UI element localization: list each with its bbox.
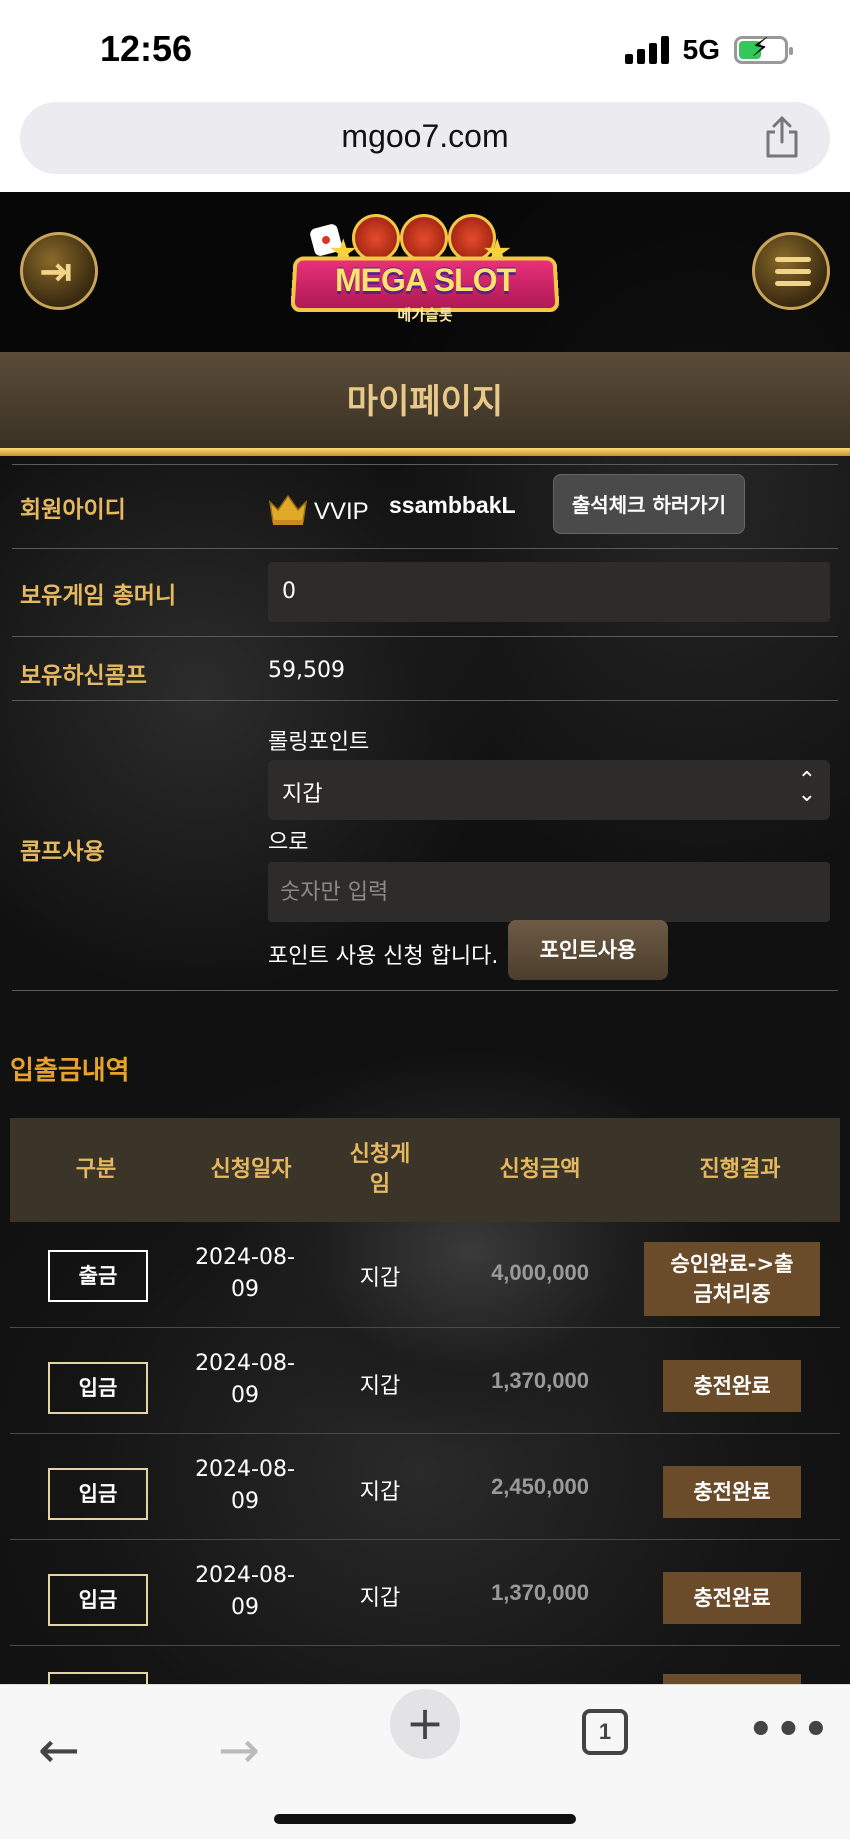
history-row: 입금 2024-08- 09 지갑 1,370,000 충전완료 [10, 1328, 840, 1434]
request-amount: 1,370,000 [491, 1580, 589, 1605]
request-date: 2024-08- 09 [195, 1245, 295, 1302]
to-label: 으로 [268, 830, 309, 855]
history-row: 입금 2024-08- 09 지갑 2,450,000 충전완료 [10, 1434, 840, 1540]
wallet-select[interactable]: 지갑 ⌃ ⌄ [268, 760, 830, 820]
rolling-point-label: 롤링포인트 [268, 730, 370, 755]
site-logo[interactable]: ★ ★ MEGA SLOT 메가슬롯 [282, 214, 568, 334]
history-row [10, 1646, 840, 1684]
history-row: 입금 2024-08- 09 지갑 1,370,000 충전완료 [10, 1540, 840, 1646]
site-header: ⇥ ★ ★ MEGA SLOT 메가슬롯 [0, 192, 850, 352]
type-badge [48, 1672, 148, 1684]
attendance-check-button[interactable]: 출석체크 하러가기 [553, 474, 745, 534]
divider [12, 636, 838, 637]
browser-toolbar: ← → + 1 ••• [0, 1684, 850, 1839]
comp-use-label: 콤프사용 [20, 839, 105, 865]
logo-subtext: 메가슬롯 [397, 306, 453, 324]
updown-chevron-icon: ⌃ ⌄ [797, 768, 816, 807]
request-amount: 4,000,000 [491, 1260, 589, 1285]
address-bar-area: mgoo7.com [0, 100, 850, 192]
comp-value: 59,509 [268, 658, 345, 683]
more-icon[interactable]: ••• [748, 1707, 831, 1753]
status-badge: 충전완료 [663, 1466, 801, 1518]
status-badge: 승인완료->출 금처리중 [644, 1242, 820, 1316]
request-amount: 1,370,000 [491, 1368, 589, 1393]
wallet-select-value: 지갑 [282, 782, 323, 807]
request-amount: 2,450,000 [491, 1474, 589, 1499]
network-type: 5G [682, 34, 720, 65]
logo-text: MEGA SLOT [334, 262, 516, 298]
crown-icon [268, 494, 308, 525]
column-header: 신청게 임 [349, 1142, 411, 1197]
column-header: 구분 [75, 1157, 117, 1182]
login-icon: ⇥ [39, 249, 73, 295]
divider [12, 990, 838, 991]
history-row: 출금 2024-08- 09 지갑 4,000,000 승인완료->출 금처리중 [10, 1222, 840, 1328]
tabs-button[interactable]: 1 [582, 1709, 628, 1755]
column-header: 신청일자 [210, 1157, 292, 1182]
game-money-label: 보유게임 총머니 [20, 583, 177, 609]
share-icon[interactable] [762, 116, 802, 158]
game-money-value: 0 [282, 579, 296, 604]
home-indicator [274, 1814, 576, 1824]
vip-level: VVIP [314, 498, 369, 525]
request-date: 2024-08- 09 [195, 1457, 295, 1514]
site-content: ⇥ ★ ★ MEGA SLOT 메가슬롯 마이페이지 회원아이디 VVIP ss… [0, 192, 850, 1684]
divider [12, 464, 838, 465]
request-game: 지갑 [359, 1374, 401, 1399]
page-title-bar: 마이페이지 [0, 352, 850, 456]
divider [12, 548, 838, 549]
login-button[interactable]: ⇥ [20, 232, 98, 310]
request-date: 2024-08- 09 [195, 1563, 295, 1620]
request-game: 지갑 [359, 1586, 401, 1611]
hamburger-icon [775, 257, 811, 293]
divider [12, 700, 838, 701]
page-title: 마이페이지 [346, 382, 504, 422]
status-badge: 충전완료 [663, 1360, 801, 1412]
type-badge: 입금 [48, 1362, 148, 1414]
column-header: 신청금액 [499, 1157, 581, 1182]
user-id: ssambbakL [389, 492, 516, 518]
url-text: mgoo7.com [341, 118, 509, 154]
status-bar: 12:56 5G ⚡ [0, 0, 850, 100]
back-icon[interactable]: ← [38, 1725, 80, 1775]
game-money-field: 0 [268, 562, 830, 622]
address-bar[interactable]: mgoo7.com [20, 102, 830, 174]
comp-label: 보유하신콤프 [20, 663, 147, 689]
battery-icon: ⚡ [734, 35, 793, 64]
use-point-button[interactable]: 포인트사용 [508, 920, 668, 980]
signal-icon [624, 36, 669, 64]
history-table-header: 구분 신청일자 신청게 임 신청금액 진행결과 [10, 1118, 840, 1222]
apply-text: 포인트 사용 신청 합니다. [268, 944, 499, 969]
point-amount-input[interactable] [268, 862, 830, 922]
type-badge: 입금 [48, 1574, 148, 1626]
forward-icon[interactable]: → [218, 1725, 260, 1775]
status-icons: 5G ⚡ [624, 34, 793, 66]
status-time: 12:56 [100, 28, 193, 69]
divider [0, 448, 850, 456]
type-badge: 출금 [48, 1250, 148, 1302]
new-tab-plus-icon[interactable]: + [390, 1689, 460, 1759]
column-header: 진행결과 [699, 1157, 781, 1182]
type-badge: 입금 [48, 1468, 148, 1520]
status-badge [663, 1674, 801, 1684]
status-badge: 충전완료 [663, 1572, 801, 1624]
request-date: 2024-08- 09 [195, 1351, 295, 1408]
request-game: 지갑 [359, 1266, 401, 1291]
menu-button[interactable] [752, 232, 830, 310]
history-title: 입출금내역 [10, 1056, 130, 1086]
member-id-label: 회원아이디 [20, 497, 126, 523]
request-game: 지갑 [359, 1480, 401, 1505]
